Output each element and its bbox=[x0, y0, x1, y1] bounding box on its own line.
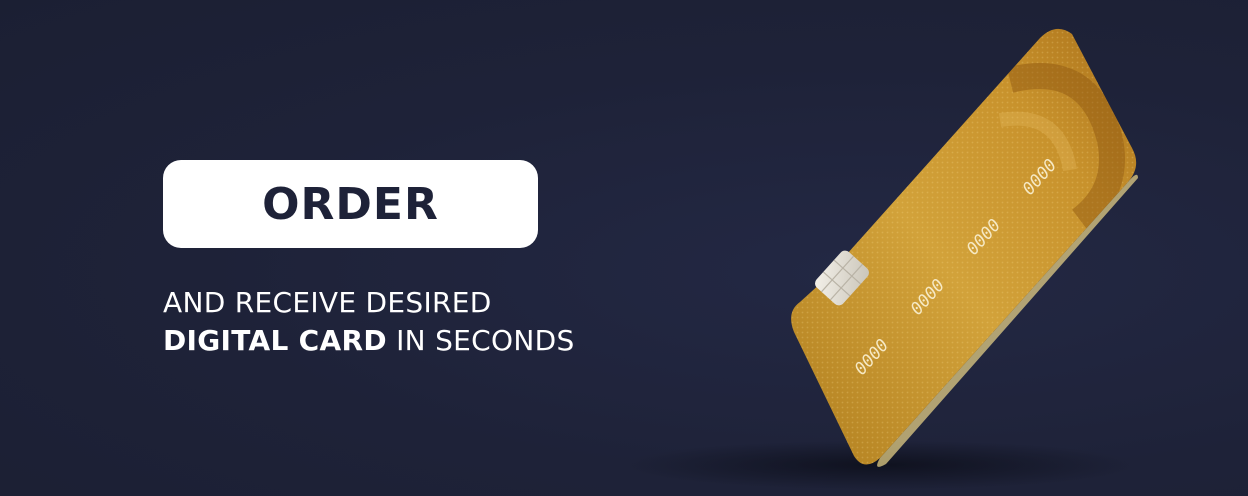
tagline-line-1: AND RECEIVE DESIRED bbox=[163, 286, 492, 319]
credit-card-illustration: 0000 0000 0000 0000 bbox=[791, 28, 1138, 467]
promo-banner: ORDER AND RECEIVE DESIRED DIGITAL CARD I… bbox=[0, 0, 1248, 496]
gold-credit-card: 0000 0000 0000 0000 bbox=[760, 20, 1160, 480]
tagline-line-2: DIGITAL CARD IN SECONDS bbox=[163, 322, 575, 360]
order-button[interactable]: ORDER bbox=[163, 160, 538, 248]
tagline-bold-text: DIGITAL CARD bbox=[163, 324, 387, 357]
tagline: AND RECEIVE DESIRED DIGITAL CARD IN SECO… bbox=[163, 284, 575, 360]
tagline-rest-text: IN SECONDS bbox=[386, 324, 575, 357]
order-button-label: ORDER bbox=[262, 178, 439, 230]
